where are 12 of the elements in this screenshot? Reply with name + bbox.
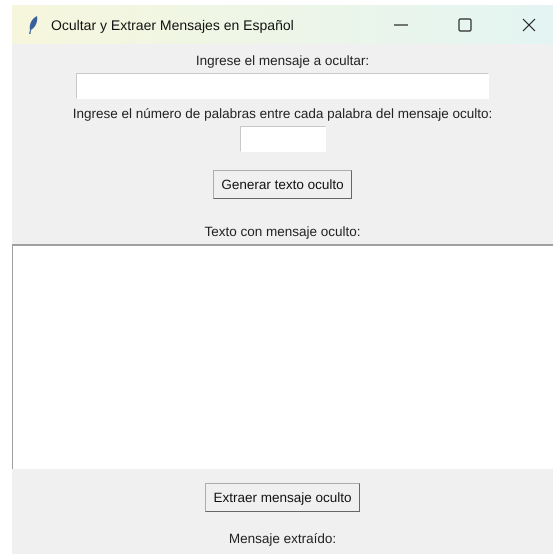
- field-label: Ingrese el mensaje a ocultar:: [196, 52, 370, 70]
- input-field[interactable]: [76, 73, 489, 99]
- maximize-icon[interactable]: [457, 16, 473, 32]
- window-title: Ocultar y Extraer Mensajes en Español: [51, 16, 295, 32]
- close-icon[interactable]: [521, 16, 537, 32]
- field-label: Ingrese el número de palabras entre cada palabra del mensaje oculto:: [72, 105, 492, 123]
- field-label: Texto con mensaje oculto:: [204, 223, 361, 241]
- action-button[interactable]: Generar texto oculto: [213, 170, 352, 199]
- action-button[interactable]: Extraer mensaje oculto: [205, 483, 360, 512]
- field-label: Mensaje extraído:: [228, 530, 336, 548]
- input-field[interactable]: [240, 126, 326, 152]
- feather-icon: [28, 16, 38, 34]
